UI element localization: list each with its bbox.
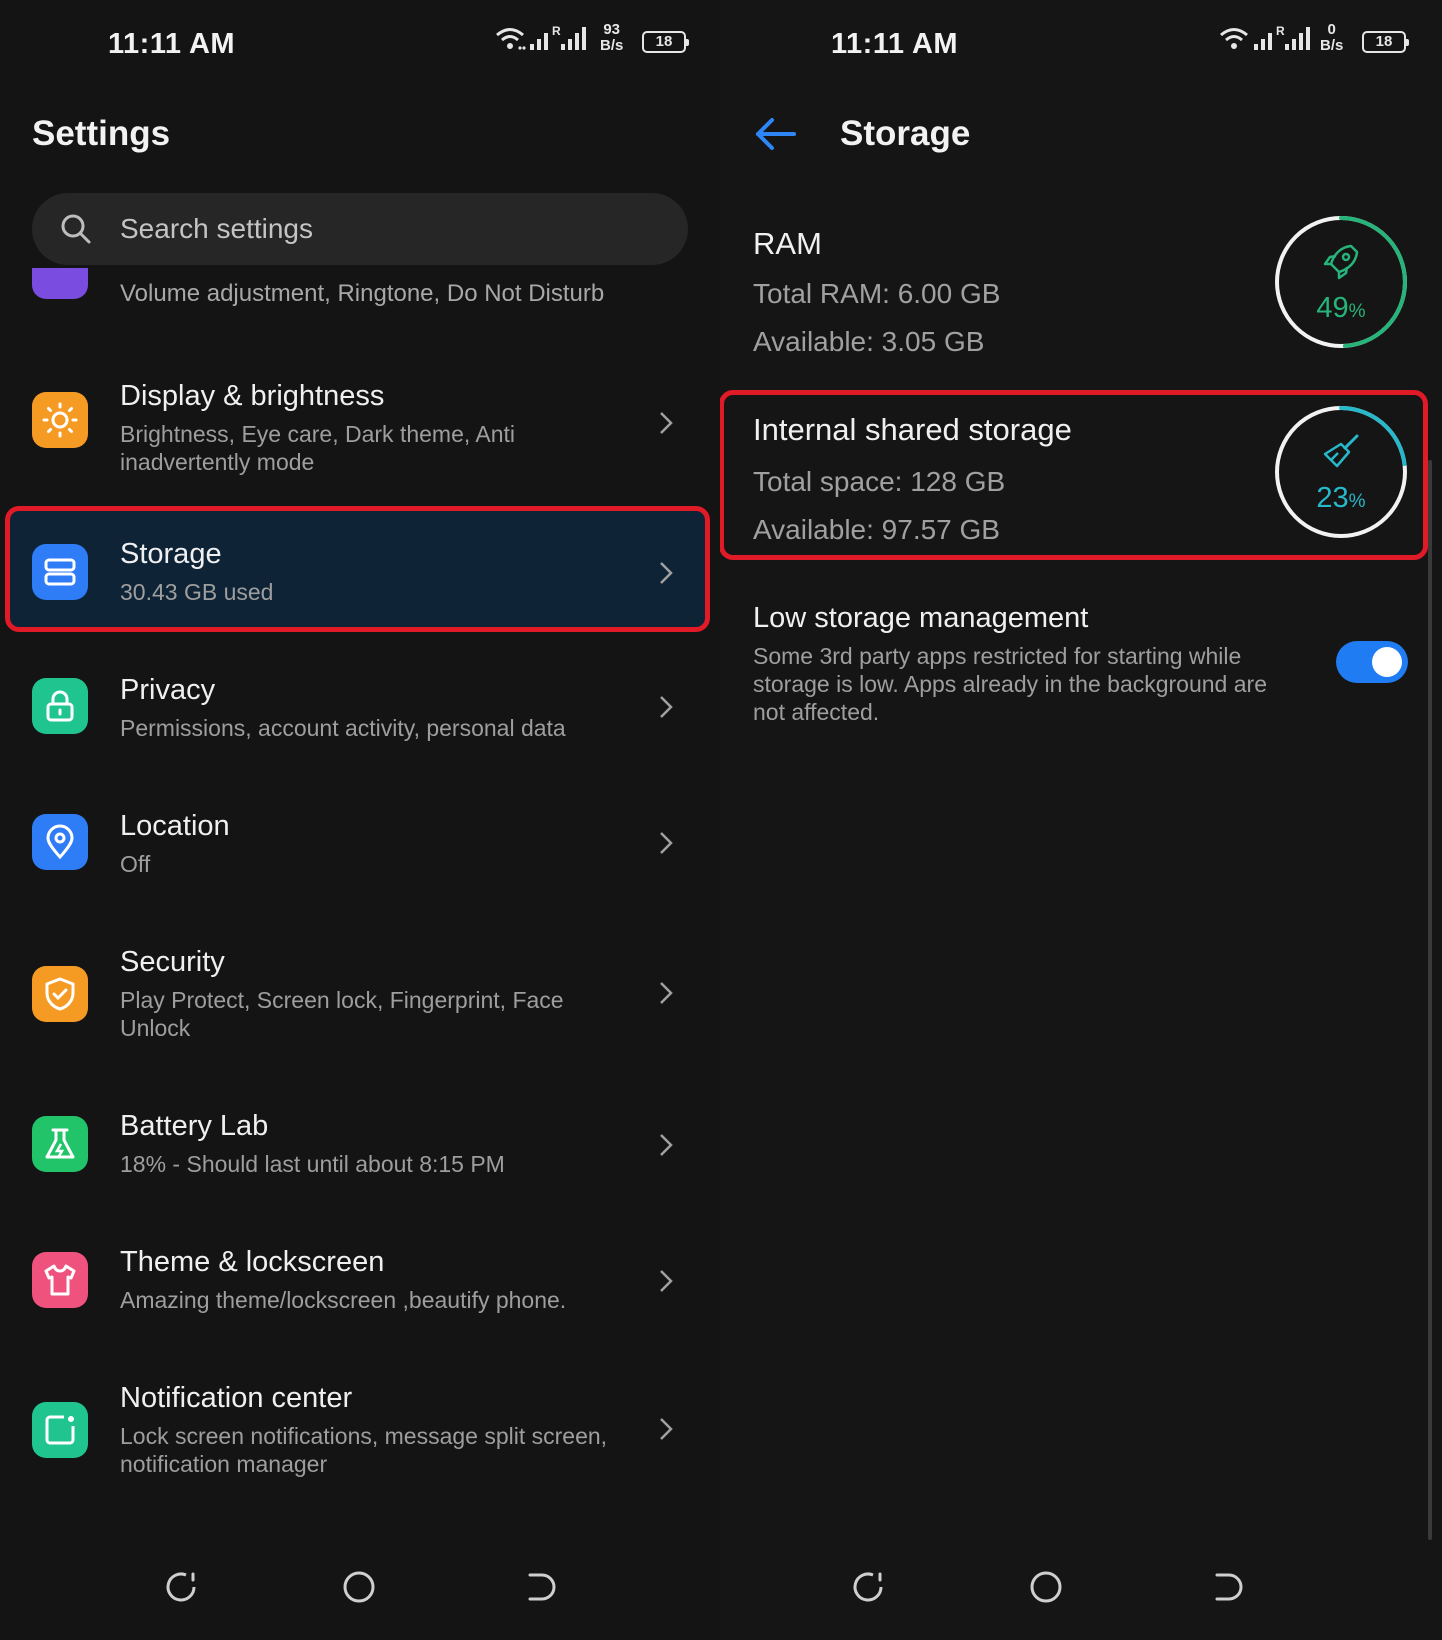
item-title: Storage: [120, 538, 222, 570]
item-title: Notification center: [120, 1382, 353, 1414]
storage-percent-unit: %: [1348, 491, 1366, 512]
status-bar: 11:11 AM R 93 B/s 18: [0, 22, 720, 64]
home-icon[interactable]: [342, 1570, 376, 1609]
settings-item-theme[interactable]: Theme & lockscreen Amazing theme/lockscr…: [0, 1232, 720, 1328]
rocket-icon: [1323, 244, 1359, 280]
network-speed: 93 B/s: [600, 22, 623, 54]
battery-level: 18: [655, 33, 673, 50]
sun-icon: [32, 392, 88, 448]
item-subtitle: Permissions, account activity, personal …: [120, 715, 566, 741]
ram-available: Available: 3.05 GB: [753, 326, 985, 357]
search-placeholder: Search settings: [120, 213, 313, 244]
low-storage-toggle[interactable]: [1336, 641, 1408, 683]
ram-title: RAM: [753, 226, 822, 261]
item-subtitle: 18% - Should last until about 8:15 PM: [120, 1151, 505, 1177]
net-speed-value: 0: [1327, 21, 1336, 38]
battery-icon: 18: [642, 31, 689, 53]
ram-total: Total RAM: 6.00 GB: [753, 278, 1001, 309]
chevron-right-icon: [660, 1270, 673, 1292]
location-pin-icon: [32, 814, 88, 870]
chevron-right-icon: [660, 832, 673, 854]
ram-percent: 49%: [1273, 292, 1409, 325]
item-subtitle: 30.43 GB used: [120, 579, 274, 605]
storage-icon: [32, 544, 88, 600]
home-icon[interactable]: [1029, 1570, 1063, 1609]
settings-screen: 11:11 AM R 93 B/s 18 Settings Search sett…: [0, 0, 720, 1640]
shirt-icon: [32, 1252, 88, 1308]
page-title: Settings: [32, 114, 171, 153]
sound-icon: [32, 268, 88, 299]
network-speed: 0 B/s: [1320, 22, 1343, 54]
ram-percent-value: 49: [1316, 292, 1349, 324]
item-title: Display & brightness: [120, 380, 385, 412]
item-title: Battery Lab: [120, 1110, 269, 1142]
settings-item-privacy[interactable]: Privacy Permissions, account activity, p…: [0, 660, 720, 756]
settings-item-notification-center[interactable]: Notification center Lock screen notifica…: [0, 1368, 720, 1488]
low-storage-description: Some 3rd party apps restricted for start…: [753, 643, 1267, 725]
search-bar[interactable]: Search settings: [32, 193, 688, 265]
item-subtitle: Off: [120, 851, 151, 877]
chevron-right-icon: [660, 1134, 673, 1156]
svg-text:R: R: [1276, 24, 1285, 38]
storage-percent: 23%: [1273, 482, 1409, 515]
svg-text:R: R: [552, 24, 561, 38]
notification-icon: [32, 1402, 88, 1458]
item-title: Location: [120, 810, 230, 842]
net-speed-unit: B/s: [600, 37, 624, 54]
chevron-right-icon: [660, 982, 673, 1004]
item-subtitle: Brightness, Eye care, Dark theme, Anti i…: [120, 421, 516, 475]
search-icon: [61, 214, 91, 244]
battery-level: 18: [1375, 33, 1393, 50]
low-storage-title: Low storage management: [753, 602, 1089, 634]
signal-icon: R: [1252, 24, 1318, 64]
wifi-icon: [1218, 24, 1250, 64]
internal-storage-total: Total space: 128 GB: [753, 466, 1006, 497]
item-title: Privacy: [120, 674, 216, 706]
sound-subtitle: Volume adjustment, Ringtone, Do Not Dist…: [120, 280, 605, 307]
status-bar: 11:11 AM R 0 B/s 18: [720, 22, 1442, 64]
item-title: Security: [120, 946, 225, 978]
scrollbar[interactable]: [1428, 460, 1432, 1540]
lock-icon: [32, 678, 88, 734]
item-subtitle: Amazing theme/lockscreen ,beautify phone…: [120, 1287, 567, 1313]
ram-percent-unit: %: [1348, 301, 1366, 322]
page-title: Storage: [840, 114, 971, 153]
chevron-right-icon: [660, 562, 673, 584]
settings-item-storage[interactable]: Storage 30.43 GB used: [0, 524, 720, 620]
chevron-right-icon: [660, 696, 673, 718]
navigation-bar: [720, 1570, 1442, 1620]
back-nav-icon[interactable]: [524, 1570, 558, 1609]
storage-screen: 11:11 AM R 0 B/s 18 Storage RAM Total RAM…: [720, 0, 1442, 1640]
storage-percent-value: 23: [1316, 482, 1349, 514]
internal-storage-title: Internal shared storage: [753, 412, 1072, 447]
navigation-bar: [0, 1570, 720, 1620]
settings-item-location[interactable]: Location Off: [0, 796, 720, 892]
recents-icon[interactable]: [164, 1570, 198, 1609]
item-title: Theme & lockscreen: [120, 1246, 385, 1278]
toggle-knob: [1372, 647, 1402, 677]
wifi-icon: [494, 24, 526, 64]
settings-item-battery-lab[interactable]: Battery Lab 18% - Should last until abou…: [0, 1096, 720, 1192]
signal-icon: R: [528, 24, 594, 64]
back-arrow-icon[interactable]: [754, 117, 798, 151]
chevron-right-icon: [660, 1418, 673, 1440]
chevron-right-icon: [660, 412, 673, 434]
net-speed-value: 93: [603, 21, 621, 38]
battery-icon: 18: [1362, 31, 1409, 53]
status-time: 11:11 AM: [108, 28, 236, 60]
storage-usage-ring[interactable]: 23%: [1273, 404, 1409, 540]
broom-icon: [1323, 434, 1359, 468]
ram-usage-ring[interactable]: 49%: [1273, 214, 1409, 350]
back-nav-icon[interactable]: [1211, 1570, 1245, 1609]
recents-icon[interactable]: [851, 1570, 885, 1609]
shield-icon: [32, 966, 88, 1022]
flask-icon: [32, 1116, 88, 1172]
status-time: 11:11 AM: [831, 28, 959, 60]
net-speed-unit: B/s: [1320, 37, 1344, 54]
item-subtitle: Lock screen notifications, message split…: [120, 1423, 608, 1477]
settings-item-security[interactable]: Security Play Protect, Screen lock, Fing…: [0, 932, 720, 1052]
internal-storage-available: Available: 97.57 GB: [753, 514, 1000, 545]
settings-item-display[interactable]: Display & brightness Brightness, Eye car…: [0, 368, 720, 478]
item-subtitle: Play Protect, Screen lock, Fingerprint, …: [120, 987, 564, 1041]
